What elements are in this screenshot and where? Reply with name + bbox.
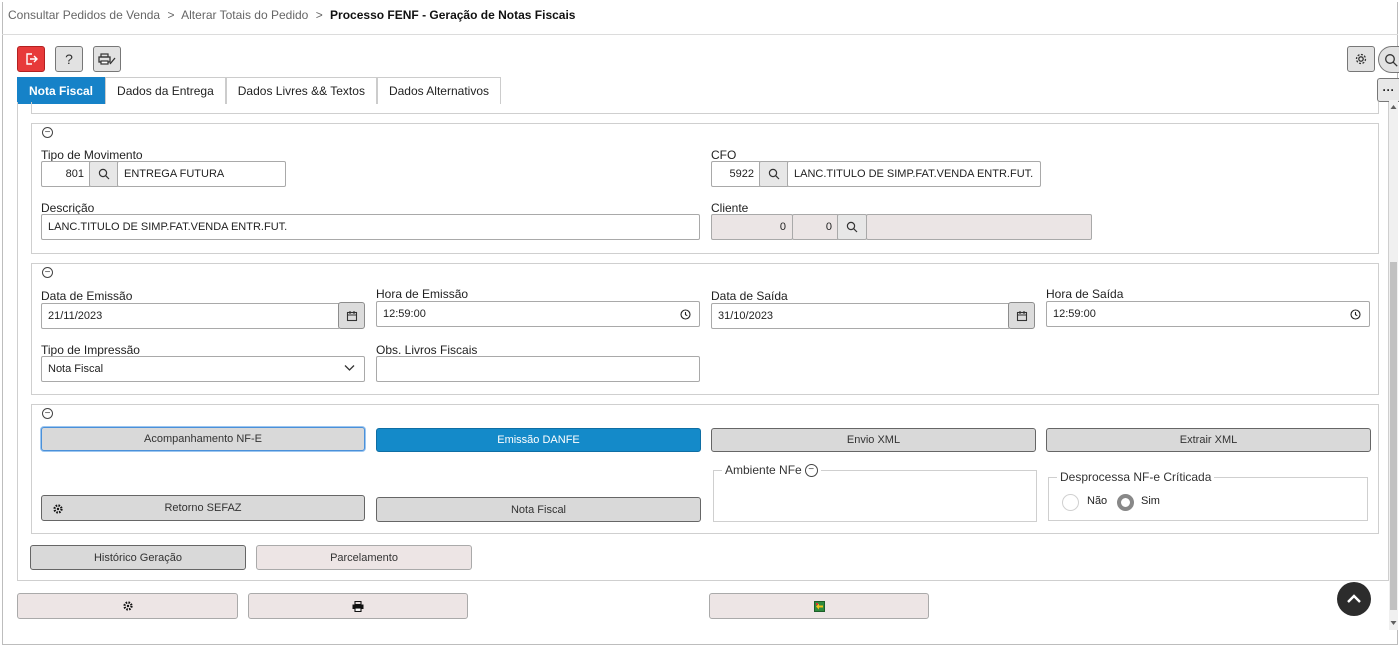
breadcrumb-divider [2,34,1398,35]
ambiente-nfe-group: Ambiente NFe − [713,463,1037,522]
acompanhamento-nfe-button[interactable]: Acompanhamento NF-E [41,427,365,451]
breadcrumb-separator: > [315,8,323,22]
clock-icon [680,309,691,320]
more-options-button[interactable]: ··· [1377,78,1399,102]
breadcrumb-item-consultar[interactable]: Consultar Pedidos de Venda [8,8,160,22]
cfo-search-button[interactable] [759,161,789,187]
ambiente-nfe-label: Ambiente NFe [725,463,802,477]
nota-fiscal-button[interactable]: Nota Fiscal [376,497,701,522]
gear-icon [122,601,133,611]
search-icon [98,168,110,180]
hora-emissao-input[interactable]: 12:59:00 [376,301,700,327]
clock-icon [1350,309,1361,320]
calendar-icon [346,310,357,321]
data-saida-label: Data de Saída [711,289,788,303]
tab-nota-fiscal[interactable]: Nota Fiscal [17,77,106,104]
obs-livros-label: Obs. Livros Fiscais [376,343,478,357]
cliente-loja-input[interactable]: 0 [792,214,839,240]
help-button[interactable]: ? [55,46,83,72]
cfo-code-input[interactable]: 5922 [711,161,761,187]
tipo-movimento-search-button[interactable] [89,161,119,187]
previous-section-edge [31,102,1379,114]
descricao-input[interactable]: LANC.TITULO DE SIMP.FAT.VENDA ENTR.FUT. [41,214,700,240]
footer-settings-button[interactable] [17,593,238,619]
retorno-sefaz-label: Retorno SEFAZ [164,502,242,514]
ambiente-nfe-legend: Ambiente NFe − [722,463,821,477]
descricao-label: Descrição [41,201,95,215]
breadcrumb-item-alterar[interactable]: Alterar Totais do Pedido [181,8,308,22]
parcelamento-button[interactable]: Parcelamento [256,545,472,570]
cfo-label: CFO [711,148,737,162]
chevron-up-icon [1347,594,1361,603]
printer-edit-icon [98,53,116,65]
tab-dados-alternativos[interactable]: Dados Alternativos [376,77,501,104]
gear-icon [1355,53,1367,65]
exit-button[interactable] [17,46,45,72]
data-saida-input[interactable]: 31/10/2023 [711,303,1010,329]
back-to-top-button[interactable] [1337,582,1371,616]
scroll-down-arrow-icon[interactable] [1390,620,1397,626]
tipo-movimento-code-input[interactable]: 801 [41,161,91,187]
envio-xml-button[interactable]: Envio XML [711,428,1036,452]
radio-sim[interactable] [1117,494,1134,511]
tab-dados-livres-textos[interactable]: Dados Livres && Textos [225,77,377,104]
tipo-impressao-label: Tipo de Impressão [41,343,140,357]
search-icon [1385,54,1398,67]
tipo-movimento-label: Tipo de Movimento [41,148,143,162]
collapse-icon[interactable]: − [42,127,53,138]
extrair-xml-button[interactable]: Extrair XML [1046,428,1371,452]
desprocessa-nfe-label: Desprocessa NF-e Críticada [1060,470,1212,484]
radio-sim-label: Sim [1141,495,1160,507]
printer-icon [352,600,364,612]
tipo-movimento-desc-input[interactable]: ENTREGA FUTURA [117,161,286,187]
tab-dados-entrega[interactable]: Dados da Entrega [105,77,226,104]
cfo-desc-input[interactable]: LANC.TITULO DE SIMP.FAT.VENDA ENTR.FUT. [787,161,1041,187]
spreadsheet-export-icon [813,600,825,612]
collapse-icon[interactable]: − [42,408,53,419]
cliente-label: Cliente [711,201,749,215]
exit-icon [26,53,38,65]
radio-nao[interactable] [1062,494,1079,511]
search-icon [846,221,858,233]
data-saida-calendar-button[interactable] [1008,302,1035,329]
footer-export-button[interactable] [709,593,929,619]
scrollbar-thumb[interactable] [1390,262,1397,610]
gear-icon [53,504,63,514]
tipo-impressao-select[interactable]: Nota Fiscal [41,356,365,382]
data-emissao-input[interactable]: 21/11/2023 [41,303,340,329]
help-icon: ? [65,51,73,67]
breadcrumb-current: Processo FENF - Geração de Notas Fiscais [330,8,576,22]
hora-saida-input[interactable]: 12:59:00 [1046,301,1370,327]
retorno-sefaz-button[interactable]: Retorno SEFAZ [41,495,365,521]
scroll-up-arrow-icon[interactable] [1390,104,1397,110]
hora-emissao-label: Hora de Emissão [376,287,469,301]
settings-button[interactable] [1347,46,1375,72]
cliente-code-input[interactable]: 0 [711,214,793,240]
collapse-icon[interactable]: − [804,463,818,477]
data-emissao-label: Data de Emissão [41,289,133,303]
chevron-down-icon [344,365,355,371]
collapse-icon[interactable]: − [42,267,53,278]
hora-saida-label: Hora de Saída [1046,287,1124,301]
breadcrumb-separator: > [167,8,175,22]
data-emissao-calendar-button[interactable] [338,302,365,329]
radio-nao-label: Não [1087,495,1108,507]
calendar-icon [1016,310,1027,321]
footer-print-button[interactable] [248,593,468,619]
breadcrumb: Consultar Pedidos de Venda > Alterar Tot… [8,8,579,22]
tab-bar: Nota Fiscal Dados da Entrega Dados Livre… [17,77,501,104]
emissao-danfe-button[interactable]: Emissão DANFE [376,428,701,452]
cliente-search-button[interactable] [837,214,867,240]
cliente-name-input[interactable] [866,214,1092,240]
print-options-button[interactable] [93,46,121,72]
historico-geracao-button[interactable]: Histórico Geração [30,545,246,570]
search-icon [768,168,780,180]
more-icon: ··· [1382,83,1395,97]
search-toggle-button[interactable] [1378,46,1399,73]
obs-livros-input[interactable] [376,356,700,382]
